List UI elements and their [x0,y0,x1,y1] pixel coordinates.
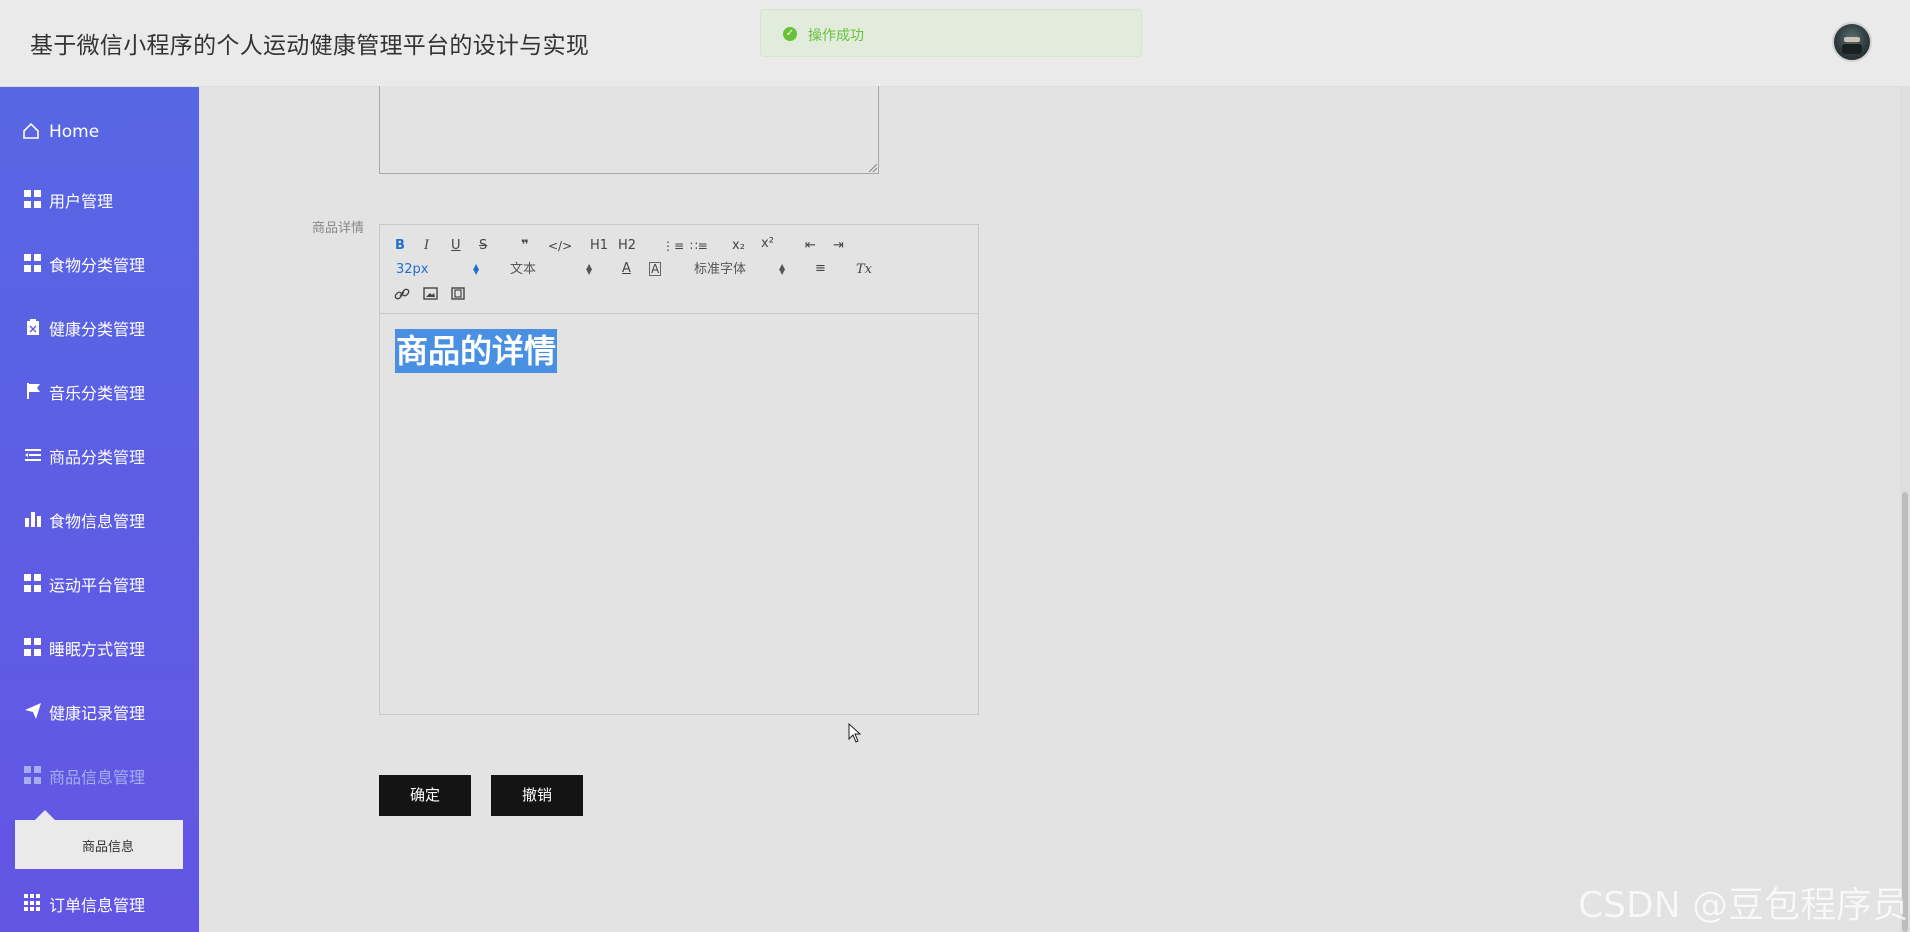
check-circle-icon: ✓ [783,27,797,41]
sidebar-item-label: 食物分类管理 [49,256,146,275]
outdent-button[interactable]: ⇤ [805,238,816,254]
avatar-mask [1842,44,1862,54]
sidebar-item-label: 健康记录管理 [49,704,146,723]
sidebar-item-sport-platform[interactable]: 运动平台管理 [0,557,199,607]
link-icon[interactable] [394,287,410,301]
subscript-button[interactable]: x₂ [732,238,745,254]
sidebar-item-health-category[interactable]: 健康分类管理 [0,301,199,351]
code-block-button[interactable]: </> [548,238,572,254]
h1-button[interactable]: H1 [590,238,608,254]
chevron-updown-icon: ▲ ▼ [586,262,593,276]
sidebar-item-label: 商品信息管理 [49,768,146,787]
sidebar: Home 用户管理 食物分类管理 健康分类管理 音乐分类管理 商品分类管理 食物… [0,87,199,932]
scrollbar-thumb[interactable] [1902,492,1908,932]
list-icon [25,449,41,461]
editor-toolbar: B I U S ❞ </> H1 H2 ⋮≡ ∷≡ x₂ x² ⇤ ⇥ 32px… [380,225,978,314]
grid-icon [24,190,42,208]
submenu-item-label: 商品信息 [82,840,135,855]
grid-icon [24,254,42,272]
sidebar-item-label: 订单信息管理 [49,896,146,915]
sidebar-item-label: 用户管理 [49,192,114,211]
clean-format-button[interactable]: Tx [856,262,872,278]
submenu-goods-info[interactable]: 商品信息 [15,810,183,869]
text-color-button[interactable]: A [622,261,631,277]
sidebar-item-goods-category[interactable]: 商品分类管理 [0,429,199,479]
sidebar-item-label: 健康分类管理 [49,320,146,339]
description-textarea[interactable] [379,86,879,174]
align-button[interactable]: ≡ [815,261,826,277]
user-avatar[interactable] [1832,22,1872,62]
home-icon [23,122,39,139]
video-icon[interactable] [451,287,465,300]
chevron-updown-icon: ▲ ▼ [473,262,480,276]
italic-button[interactable]: I [424,238,429,254]
sidebar-item-sleep[interactable]: 睡眠方式管理 [0,621,199,671]
rich-text-editor: B I U S ❞ </> H1 H2 ⋮≡ ∷≡ x₂ x² ⇤ ⇥ 32px… [379,224,979,715]
flag-icon [27,383,40,399]
sidebar-item-label: 音乐分类管理 [49,384,146,403]
sidebar-item-users[interactable]: 用户管理 [0,173,199,223]
indent-button[interactable]: ⇥ [833,238,844,254]
sidebar-item-label: 运动平台管理 [49,576,146,595]
ordered-list-button[interactable]: ⋮≡ [662,238,684,254]
grid-icon [24,638,42,656]
chevron-updown-icon: ▲ ▼ [779,262,786,276]
bullet-list-button[interactable]: ∷≡ [690,238,708,254]
header-select[interactable]: 文本 [510,262,536,278]
strike-button[interactable]: S [479,238,487,254]
cursor-arrow-icon [848,723,862,743]
h2-button[interactable]: H2 [618,238,636,254]
resize-grip-icon[interactable] [869,164,877,172]
font-size-select[interactable]: 32px [396,262,429,278]
avatar-eyes [1844,37,1860,42]
sidebar-item-label: 睡眠方式管理 [49,640,146,659]
sidebar-item-food-info[interactable]: 食物信息管理 [0,493,199,543]
bold-button[interactable]: B [395,238,405,254]
sidebar-item-health-record[interactable]: 健康记录管理 [0,685,199,735]
send-icon [25,703,41,719]
font-family-select[interactable]: 标准字体 [694,262,746,278]
sidebar-item-label: 商品分类管理 [49,448,146,467]
sidebar-item-orders[interactable]: 订单信息管理 [0,877,199,927]
grid-icon [24,574,42,592]
cancel-button[interactable]: 撤销 [491,775,583,816]
background-color-button[interactable]: A [649,262,662,276]
blockquote-button[interactable]: ❞ [521,238,529,254]
watermark: CSDN @豆包程序员 [1578,885,1909,926]
bar-chart-icon [25,512,41,527]
superscript-button[interactable]: x² [761,236,774,252]
grid-icon [24,766,42,784]
editor-content[interactable]: 商品的详情 [395,329,558,373]
sidebar-item-label: 食物信息管理 [49,512,146,531]
sidebar-item-label: Home [49,122,100,142]
image-icon[interactable] [423,287,438,300]
underline-button[interactable]: U [451,238,461,254]
page-title: 基于微信小程序的个人运动健康管理平台的设计与实现 [30,33,590,59]
toast-message: 操作成功 [808,28,864,44]
detail-field-label: 商品详情 [312,221,365,236]
selected-text[interactable]: 商品的详情 [395,329,558,373]
sidebar-item-goods-info[interactable]: 商品信息管理 [0,749,199,799]
sidebar-item-music-category[interactable]: 音乐分类管理 [0,365,199,415]
grid9-icon [24,894,42,912]
clipboard-icon [27,319,39,335]
sidebar-item-food-category[interactable]: 食物分类管理 [0,237,199,287]
confirm-button[interactable]: 确定 [379,775,471,816]
sidebar-item-home[interactable]: Home [0,107,199,157]
page-scrollbar[interactable] [1900,87,1910,932]
success-toast: ✓ 操作成功 [760,9,1142,57]
